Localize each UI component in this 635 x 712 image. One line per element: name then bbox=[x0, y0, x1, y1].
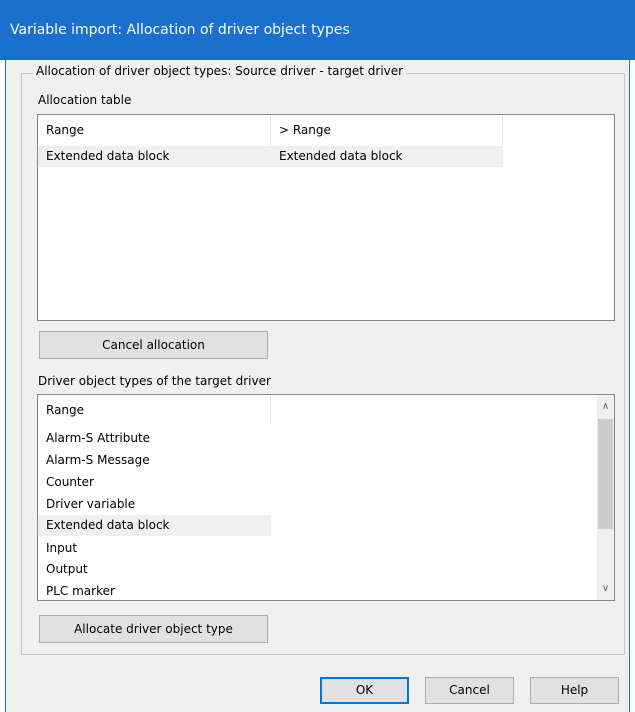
target-types-list[interactable]: Range Alarm-S Attribute Alarm-S Message … bbox=[37, 394, 615, 601]
vertical-scrollbar[interactable]: ∧ ∨ bbox=[597, 395, 614, 600]
column-header-target-range[interactable]: > Range bbox=[271, 115, 503, 145]
list-item[interactable]: Counter bbox=[38, 472, 271, 493]
cancel-allocation-label: Cancel allocation bbox=[102, 338, 205, 352]
window-title: Variable import: Allocation of driver ob… bbox=[10, 22, 350, 38]
list-item[interactable]: Extended data block bbox=[38, 515, 271, 536]
list-item[interactable]: PLC marker bbox=[38, 581, 271, 600]
list-item[interactable]: Alarm-S Message bbox=[38, 450, 271, 471]
cancel-allocation-button[interactable]: Cancel allocation bbox=[39, 331, 268, 359]
list-item[interactable]: Output bbox=[38, 559, 271, 580]
row-source: Extended data block bbox=[46, 149, 170, 163]
allocation-table[interactable]: Range > Range Extended data block Extend… bbox=[37, 114, 615, 321]
table-row[interactable]: Extended data block Extended data block bbox=[38, 146, 503, 167]
allocation-table-label: Allocation table bbox=[38, 93, 132, 107]
column-header-range[interactable]: Range bbox=[38, 395, 271, 425]
ok-button[interactable]: OK bbox=[320, 677, 409, 704]
cancel-label: Cancel bbox=[449, 683, 490, 697]
scroll-thumb[interactable] bbox=[598, 419, 613, 529]
list-item[interactable]: Input bbox=[38, 538, 271, 559]
help-label: Help bbox=[560, 683, 589, 697]
allocate-button[interactable]: Allocate driver object type bbox=[39, 615, 268, 643]
allocate-button-label: Allocate driver object type bbox=[74, 622, 233, 636]
ok-label: OK bbox=[355, 683, 374, 697]
column-header-range[interactable]: Range bbox=[38, 115, 271, 145]
title-bar[interactable]: Variable import: Allocation of driver ob… bbox=[0, 0, 635, 60]
scroll-down-icon[interactable]: ∨ bbox=[597, 580, 614, 597]
scroll-up-icon[interactable]: ∧ bbox=[597, 398, 614, 415]
cancel-button[interactable]: Cancel bbox=[425, 677, 514, 704]
help-button[interactable]: Help bbox=[530, 677, 619, 704]
target-types-label: Driver object types of the target driver bbox=[38, 374, 271, 388]
list-item[interactable]: Driver variable bbox=[38, 494, 271, 515]
groupbox-legend: Allocation of driver object types: Sourc… bbox=[33, 64, 407, 78]
row-target: Extended data block bbox=[279, 149, 403, 163]
list-item[interactable]: Alarm-S Attribute bbox=[38, 428, 271, 449]
